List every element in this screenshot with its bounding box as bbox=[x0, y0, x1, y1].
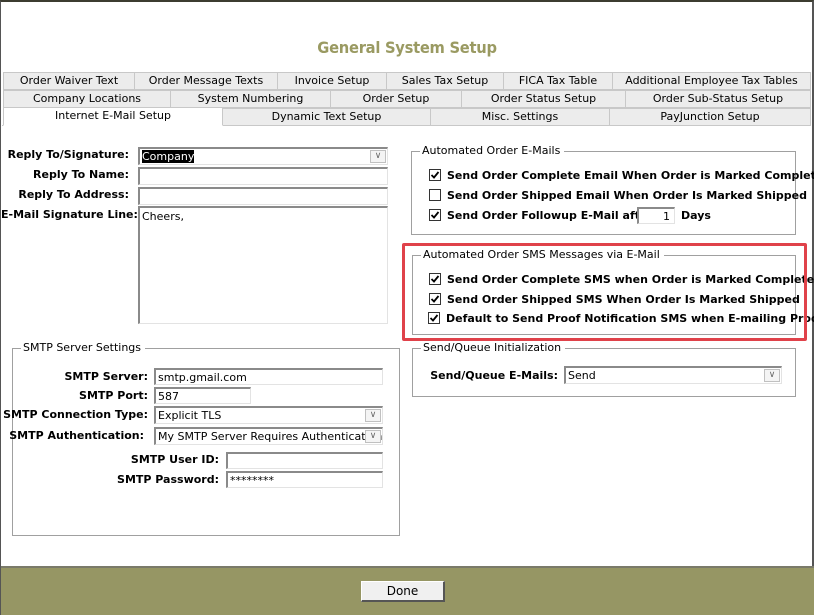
chevron-down-icon[interactable]: ∨ bbox=[365, 430, 381, 443]
tab-misc-settings[interactable]: Misc. Settings bbox=[430, 108, 610, 126]
send-queue-emails-combo[interactable]: Send ∨ bbox=[564, 366, 782, 384]
smtp-port-label: SMTP Port: bbox=[79, 389, 148, 402]
smtp-server-input[interactable]: smtp.gmail.com bbox=[154, 368, 383, 385]
send-order-complete-email-checkbox[interactable] bbox=[429, 169, 441, 181]
chevron-down-icon[interactable]: ∨ bbox=[365, 409, 381, 422]
tab-order-setup[interactable]: Order Setup bbox=[330, 90, 462, 108]
send-queue-emails-value: Send bbox=[568, 369, 596, 382]
chevron-down-icon[interactable]: ∨ bbox=[764, 369, 780, 382]
smtp-user-id-input[interactable] bbox=[226, 452, 383, 469]
automated-order-sms-title: Automated Order SMS Messages via E-Mail bbox=[421, 248, 664, 261]
send-order-shipped-email-checkbox[interactable] bbox=[429, 189, 441, 201]
tab-order-status-setup[interactable]: Order Status Setup bbox=[461, 90, 626, 108]
smtp-user-id-label: SMTP User ID: bbox=[130, 453, 219, 466]
tab-fica-tax-table[interactable]: FICA Tax Table bbox=[503, 72, 613, 90]
reply-to-signature-value: Company bbox=[142, 150, 195, 163]
send-order-followup-email-label: Send Order Followup E-Mail after bbox=[447, 209, 653, 222]
smtp-authentication-label: SMTP Authentication: bbox=[9, 429, 144, 442]
tab-order-sub-status-setup[interactable]: Order Sub-Status Setup bbox=[625, 90, 811, 108]
send-order-shipped-sms-option[interactable]: Send Order Shipped SMS When Order Is Mar… bbox=[429, 293, 800, 307]
tab-invoice-setup[interactable]: Invoice Setup bbox=[277, 72, 387, 90]
smtp-server-label: SMTP Server: bbox=[64, 370, 148, 383]
send-order-shipped-sms-checkbox[interactable] bbox=[429, 293, 441, 305]
smtp-connection-type-value: Explicit TLS bbox=[158, 409, 222, 422]
done-button[interactable]: Done bbox=[361, 581, 445, 602]
footer-bar: Done bbox=[1, 566, 814, 615]
send-order-shipped-email-label: Send Order Shipped Email When Order Is M… bbox=[447, 189, 807, 202]
default-proof-notification-sms-checkbox[interactable] bbox=[428, 312, 440, 324]
tab-payjunction-setup[interactable]: PayJunction Setup bbox=[609, 108, 811, 126]
email-signature-line-textarea[interactable]: Cheers, bbox=[138, 206, 388, 324]
default-proof-notification-sms-label: Default to Send Proof Notification SMS w… bbox=[446, 312, 814, 325]
general-system-setup-window: General System Setup Order Waiver Text O… bbox=[0, 0, 814, 615]
tab-internet-email-setup[interactable]: Internet E-Mail Setup bbox=[3, 107, 223, 126]
send-queue-emails-label: Send/Queue E-Mails: bbox=[430, 369, 558, 382]
automated-order-emails-title: Automated Order E-Mails bbox=[420, 144, 565, 157]
days-label: Days bbox=[681, 209, 711, 222]
smtp-password-input[interactable]: ******** bbox=[226, 471, 383, 488]
smtp-port-input[interactable]: 587 bbox=[154, 387, 251, 404]
tab-additional-employee-tax-tables[interactable]: Additional Employee Tax Tables bbox=[612, 72, 811, 90]
email-signature-line-label: E-Mail Signature Line: bbox=[1, 208, 138, 221]
tab-order-waiver-text[interactable]: Order Waiver Text bbox=[3, 72, 135, 90]
tab-system-numbering[interactable]: System Numbering bbox=[170, 90, 331, 108]
send-order-followup-email-checkbox[interactable] bbox=[429, 209, 441, 221]
reply-to-signature-label: Reply To/Signature: bbox=[7, 148, 129, 161]
send-order-complete-sms-checkbox[interactable] bbox=[429, 273, 441, 285]
tab-dynamic-text-setup[interactable]: Dynamic Text Setup bbox=[222, 108, 431, 126]
smtp-connection-type-label: SMTP Connection Type: bbox=[3, 408, 148, 421]
send-queue-initialization-title: Send/Queue Initialization bbox=[421, 341, 566, 354]
tab-order-message-texts[interactable]: Order Message Texts bbox=[134, 72, 278, 90]
smtp-password-label: SMTP Password: bbox=[117, 473, 219, 486]
smtp-authentication-value: My SMTP Server Requires Authentication bbox=[158, 430, 383, 443]
reply-to-name-input[interactable] bbox=[138, 167, 388, 185]
smtp-connection-type-combo[interactable]: Explicit TLS ∨ bbox=[154, 406, 383, 424]
reply-to-signature-combo[interactable]: Company ∨ bbox=[138, 147, 388, 165]
send-order-complete-sms-label: Send Order Complete SMS when Order is Ma… bbox=[447, 273, 814, 286]
chevron-down-icon[interactable]: ∨ bbox=[370, 150, 386, 163]
followup-days-input[interactable]: 1 bbox=[637, 207, 675, 224]
tab-sales-tax-setup[interactable]: Sales Tax Setup bbox=[386, 72, 504, 90]
send-order-complete-sms-option[interactable]: Send Order Complete SMS when Order is Ma… bbox=[429, 273, 814, 287]
tab-company-locations[interactable]: Company Locations bbox=[3, 90, 171, 108]
send-order-shipped-email-option[interactable]: Send Order Shipped Email When Order Is M… bbox=[429, 189, 807, 203]
send-order-complete-email-label: Send Order Complete Email When Order is … bbox=[447, 169, 814, 182]
send-order-complete-email-option[interactable]: Send Order Complete Email When Order is … bbox=[429, 169, 814, 183]
page-title: General System Setup bbox=[317, 38, 497, 57]
reply-to-address-input[interactable] bbox=[138, 187, 388, 205]
smtp-server-settings-title: SMTP Server Settings bbox=[21, 341, 146, 354]
smtp-authentication-combo[interactable]: My SMTP Server Requires Authentication ∨ bbox=[154, 427, 383, 445]
default-proof-notification-sms-option[interactable]: Default to Send Proof Notification SMS w… bbox=[428, 312, 814, 326]
reply-to-name-label: Reply To Name: bbox=[33, 168, 129, 181]
send-order-shipped-sms-label: Send Order Shipped SMS When Order Is Mar… bbox=[447, 293, 800, 306]
send-order-followup-email-option[interactable]: Send Order Followup E-Mail after bbox=[429, 209, 653, 223]
reply-to-address-label: Reply To Address: bbox=[18, 188, 129, 201]
